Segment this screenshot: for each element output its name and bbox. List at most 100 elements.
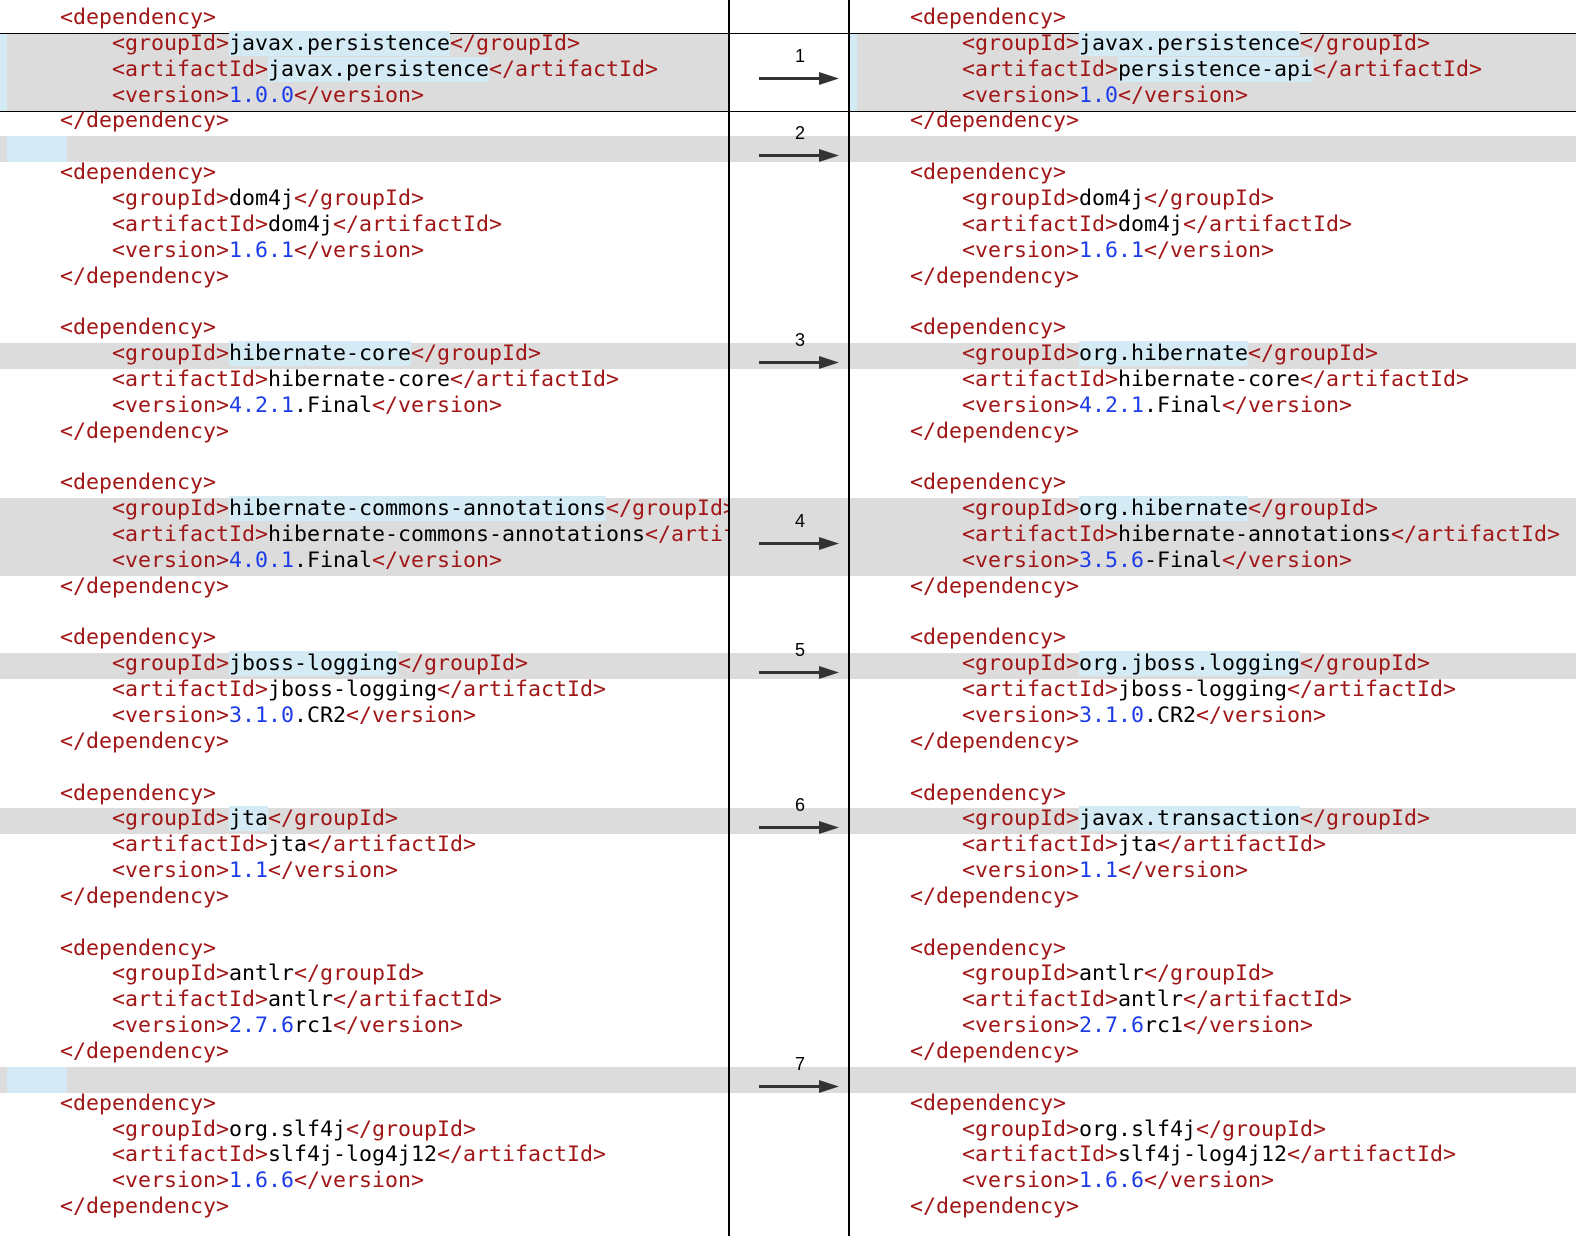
right-code-line: </dependency> bbox=[910, 574, 1079, 600]
xml-tag: <version> bbox=[112, 547, 230, 573]
change-number: 6 bbox=[794, 795, 805, 816]
xml-tag: <artifactId> bbox=[962, 1142, 1119, 1168]
xml-tag: </version> bbox=[294, 82, 425, 108]
left-code-line: <groupId>jboss-logging</groupId> bbox=[112, 651, 528, 677]
left-code-line: <artifactId>jboss-logging</artifactId> bbox=[112, 677, 606, 703]
left-change-marker bbox=[0, 33, 7, 112]
left-file-pane[interactable]: <dependency> <groupId>javax.persistence</… bbox=[0, 0, 729, 1236]
change-number: 2 bbox=[794, 123, 805, 144]
change-arrow-6[interactable]: 6 bbox=[759, 796, 841, 836]
right-code-line: <groupId>javax.transaction</groupId> bbox=[962, 806, 1430, 832]
right-code-line: <groupId>org.jboss.logging</groupId> bbox=[962, 651, 1430, 677]
xml-tag: <dependency> bbox=[60, 160, 217, 186]
xml-tag: <dependency> bbox=[910, 160, 1067, 186]
element-value: hibernate-commons-annotations bbox=[229, 496, 607, 522]
left-code-line: <dependency> bbox=[60, 625, 216, 651]
xml-tag: </version> bbox=[1196, 702, 1327, 728]
element-value: antlr bbox=[229, 961, 295, 987]
xml-tag: <artifactId> bbox=[962, 366, 1119, 392]
xml-tag: </version> bbox=[1222, 547, 1353, 573]
change-arrow-4[interactable]: 4 bbox=[759, 512, 841, 552]
xml-tag: </dependency> bbox=[60, 573, 230, 599]
element-value: org.jboss.logging bbox=[1079, 651, 1301, 677]
left-code-line: <version>4.0.1.Final</version> bbox=[112, 548, 502, 574]
xml-tag: </dependency> bbox=[910, 728, 1080, 754]
left-code-line: </dependency> bbox=[60, 108, 229, 134]
right-code-line: <dependency> bbox=[910, 781, 1066, 807]
xml-tag: <groupId> bbox=[962, 806, 1080, 832]
xml-tag: </groupId> bbox=[1300, 651, 1431, 677]
element-value: hibernate-core bbox=[1118, 366, 1301, 392]
xml-tag: </dependency> bbox=[60, 418, 230, 444]
change-arrow-7[interactable]: 7 bbox=[759, 1055, 841, 1095]
left-code-line: <artifactId>slf4j-log4j12</artifactId> bbox=[112, 1142, 606, 1168]
version-number: 3.1.0 bbox=[1079, 702, 1145, 728]
xml-tag: <version> bbox=[112, 1168, 230, 1194]
right-change-marker bbox=[850, 33, 857, 112]
element-value: jta bbox=[229, 806, 269, 832]
xml-tag: <groupId> bbox=[112, 651, 230, 677]
xml-tag: </groupId> bbox=[411, 341, 542, 367]
right-code-line: </dependency> bbox=[910, 1039, 1079, 1065]
left-code-line: <dependency> bbox=[60, 936, 216, 962]
right-file-pane[interactable]: <dependency> <groupId>javax.persistence</… bbox=[850, 0, 1576, 1236]
xml-tag: </version> bbox=[1144, 1168, 1275, 1194]
right-code-line: <version>1.0</version> bbox=[962, 83, 1248, 109]
change-arrow-5[interactable]: 5 bbox=[759, 641, 841, 681]
right-arrow-icon bbox=[759, 149, 839, 163]
xml-tag: <version> bbox=[962, 392, 1080, 418]
change-arrow-1[interactable]: 1 bbox=[759, 47, 841, 87]
xml-tag: <groupId> bbox=[962, 1116, 1080, 1142]
right-code-line: <artifactId>antlr</artifactId> bbox=[962, 987, 1352, 1013]
xml-tag: </version> bbox=[1118, 858, 1249, 884]
xml-tag: <artifactId> bbox=[112, 366, 269, 392]
left-change-marker bbox=[7, 136, 67, 163]
xml-tag: </version> bbox=[1183, 1013, 1314, 1039]
element-value: org.hibernate bbox=[1079, 341, 1249, 367]
right-code-line: <dependency> bbox=[910, 936, 1066, 962]
version-number: 3.5.6 bbox=[1079, 547, 1145, 573]
xml-tag: </artifactId> bbox=[437, 677, 607, 703]
xml-tag: </groupId> bbox=[1248, 341, 1379, 367]
left-code-line: </dependency> bbox=[60, 264, 229, 290]
right-divider bbox=[848, 0, 850, 1236]
xml-tag: </dependency> bbox=[910, 1039, 1080, 1064]
right-code-line: <artifactId>jta</artifactId> bbox=[962, 832, 1326, 858]
xml-tag: <dependency> bbox=[910, 470, 1067, 496]
version-number: 2.7.6 bbox=[229, 1013, 295, 1039]
xml-tag: </version> bbox=[333, 1013, 464, 1039]
element-value: jta bbox=[268, 832, 308, 858]
right-code-line: <version>3.5.6-Final</version> bbox=[962, 548, 1352, 574]
xml-tag: </version> bbox=[1222, 392, 1353, 418]
element-value: org.slf4j bbox=[229, 1116, 347, 1142]
element-value: antlr bbox=[1118, 987, 1184, 1013]
left-code-line: <artifactId>antlr</artifactId> bbox=[112, 987, 502, 1013]
change-arrow-3[interactable]: 3 bbox=[759, 331, 841, 371]
left-change-band[interactable] bbox=[0, 136, 729, 163]
right-code-line: </dependency> bbox=[910, 884, 1079, 910]
left-code-line: <version>1.0.0</version> bbox=[112, 83, 424, 109]
left-code-line: </dependency> bbox=[60, 729, 229, 755]
xml-tag: <groupId> bbox=[962, 651, 1080, 677]
right-code-line: <groupId>org.hibernate</groupId> bbox=[962, 496, 1378, 522]
xml-tag: <groupId> bbox=[112, 961, 230, 987]
xml-tag: <artifactId> bbox=[112, 987, 269, 1013]
left-divider bbox=[728, 0, 730, 1236]
xml-tag: <dependency> bbox=[910, 935, 1067, 961]
right-arrow-icon bbox=[759, 821, 839, 835]
right-code-line: </dependency> bbox=[910, 108, 1079, 134]
left-code-line: <groupId>javax.persistence</groupId> bbox=[112, 30, 580, 57]
xml-tag: <version> bbox=[112, 858, 230, 884]
xml-tag: </groupId> bbox=[294, 961, 425, 987]
left-change-band[interactable] bbox=[0, 1066, 729, 1093]
xml-tag: <groupId> bbox=[112, 806, 230, 832]
right-change-band[interactable] bbox=[850, 136, 1576, 163]
xml-tag: <version> bbox=[962, 82, 1080, 108]
element-value: -Final bbox=[1144, 547, 1223, 573]
right-code-line: <version>1.6.1</version> bbox=[962, 238, 1274, 264]
right-code-line: <dependency> bbox=[910, 5, 1066, 31]
left-code-line: </dependency> bbox=[60, 1039, 229, 1065]
xml-tag: <version> bbox=[112, 237, 230, 263]
change-arrow-2[interactable]: 2 bbox=[759, 124, 841, 164]
right-change-band[interactable] bbox=[850, 1066, 1576, 1093]
